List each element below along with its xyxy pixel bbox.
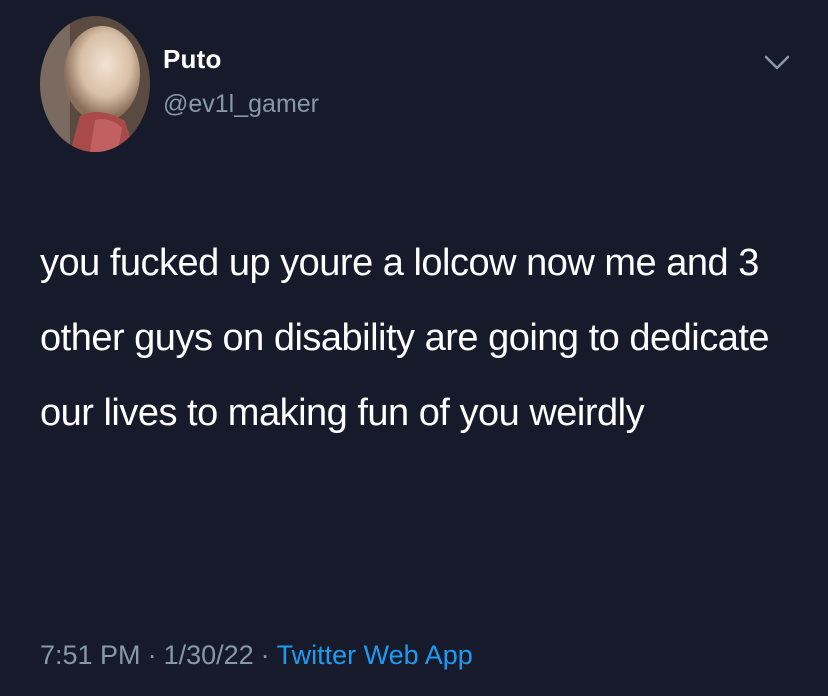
tweet-text: you fucked up youre a lolcow now me and … (40, 242, 770, 434)
tweet-time[interactable]: 7:51 PM (40, 640, 141, 670)
tweet-date[interactable]: 1/30/22 (164, 640, 254, 670)
user-handle[interactable]: @ev1l_gamer (163, 90, 319, 119)
tweet-source-link[interactable]: Twitter Web App (277, 640, 473, 670)
tweet-card: Puto @ev1l_gamer you fucked up youre a l… (0, 0, 828, 696)
meta-separator: · (260, 640, 270, 670)
meta-separator: · (147, 640, 157, 670)
display-name[interactable]: Puto (163, 44, 222, 75)
avatar[interactable] (40, 16, 150, 152)
chevron-down-icon[interactable] (762, 52, 792, 74)
tweet-meta: 7:51 PM · 1/30/22 · Twitter Web App (40, 640, 473, 671)
profile-photo-icon (40, 16, 150, 152)
